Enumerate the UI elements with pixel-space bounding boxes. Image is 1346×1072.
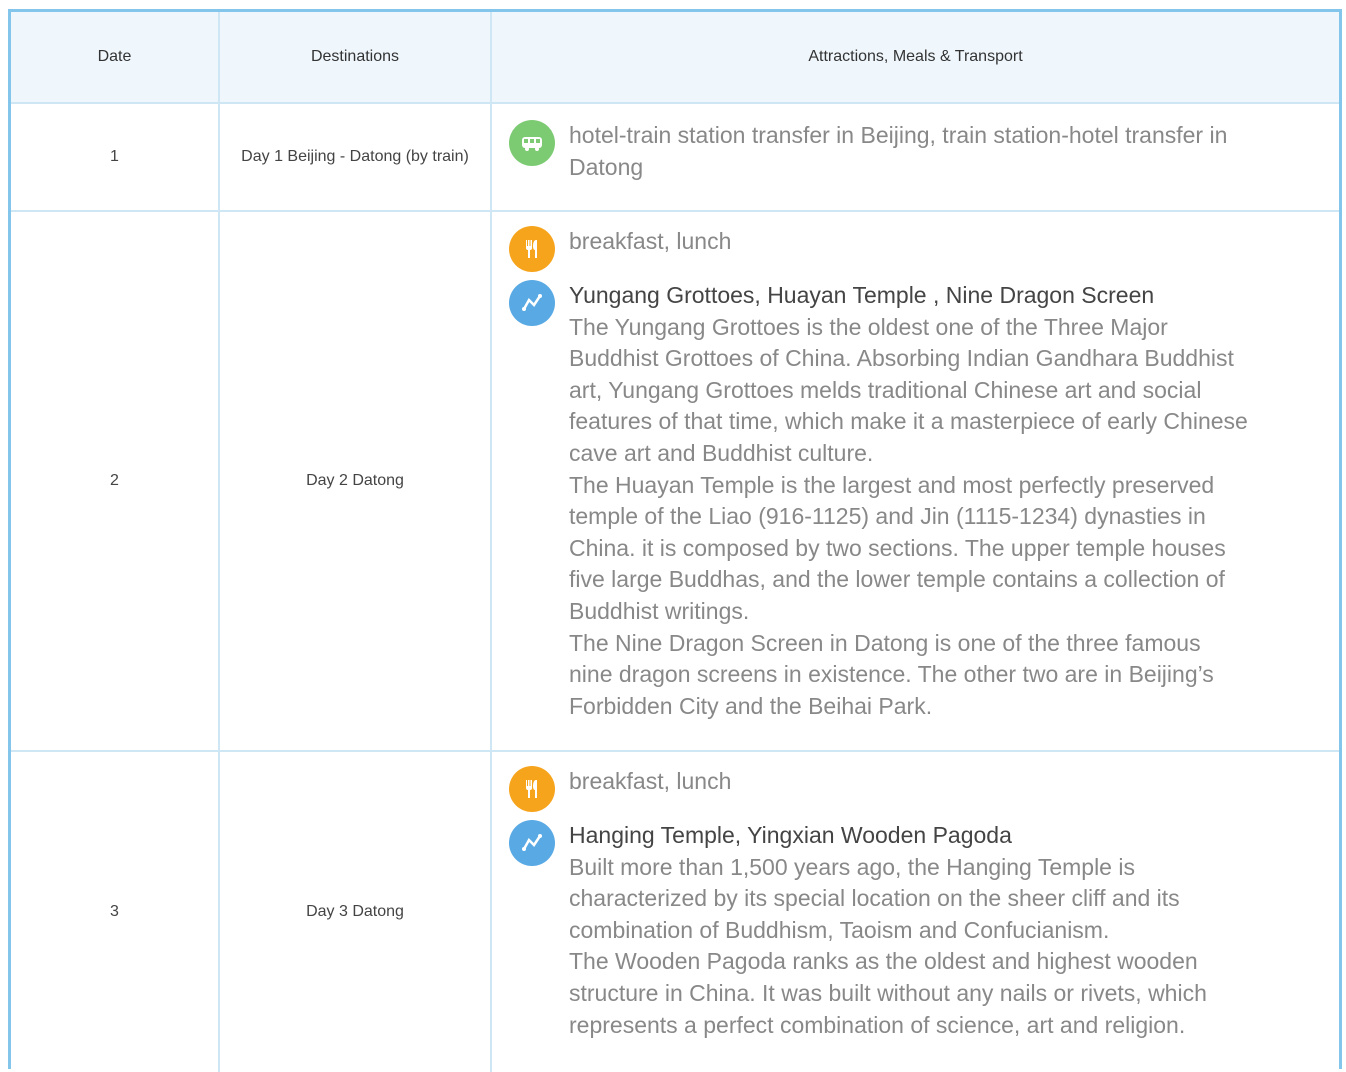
- details-cell: hotel-train station transfer in Beijing,…: [492, 104, 1339, 210]
- attraction-description: The Nine Dragon Screen in Datong is one …: [569, 629, 1214, 719]
- attraction-description: The Huayan Temple is the largest and mos…: [569, 471, 1226, 624]
- fork-knife-icon: [509, 766, 555, 812]
- header-date: Date: [11, 12, 220, 102]
- attractions-title: Yungang Grottoes, Huayan Temple , Nine D…: [569, 282, 1155, 308]
- date-cell: 1: [11, 104, 220, 210]
- destination-cell: Day 3 Datong: [220, 752, 492, 1072]
- attractions-text: Yungang Grottoes, Huayan Temple , Nine D…: [569, 280, 1249, 722]
- route-icon: [509, 280, 555, 326]
- meals-item: breakfast, lunch: [509, 226, 1249, 272]
- details-cell: breakfast, lunch Hanging Temple, Yingxia…: [492, 752, 1339, 1072]
- header-attractions: Attractions, Meals & Transport: [808, 48, 1023, 65]
- attraction-description: The Wooden Pagoda ranks as the oldest an…: [569, 948, 1207, 1038]
- date-cell: 3: [11, 752, 220, 1072]
- destination-cell: Day 1 Beijing - Datong (by train): [220, 104, 492, 210]
- route-icon: [509, 820, 555, 866]
- transport-item: hotel-train station transfer in Beijing,…: [509, 120, 1249, 183]
- table-row: 2 Day 2 Datong breakfast, lunch Yungang …: [11, 212, 1339, 752]
- header-destinations: Destinations: [220, 12, 492, 102]
- date-cell: 2: [11, 212, 220, 750]
- transport-text: hotel-train station transfer in Beijing,…: [569, 122, 1228, 180]
- itinerary-table: Date Destinations Attractions, Meals & T…: [8, 9, 1342, 1072]
- table-row: 1 Day 1 Beijing - Datong (by train) hote…: [11, 104, 1339, 212]
- details-cell: breakfast, lunch Yungang Grottoes, Huaya…: [492, 212, 1339, 750]
- attractions-item: Hanging Temple, Yingxian Wooden Pagoda B…: [509, 820, 1249, 1041]
- table-row: 3 Day 3 Datong breakfast, lunch Hanging …: [11, 752, 1339, 1072]
- attraction-description: The Yungang Grottoes is the oldest one o…: [569, 313, 1248, 466]
- table-header-row: Date Destinations Attractions, Meals & T…: [11, 12, 1339, 104]
- attractions-text: Hanging Temple, Yingxian Wooden Pagoda B…: [569, 820, 1249, 1041]
- attractions-title: Hanging Temple, Yingxian Wooden Pagoda: [569, 822, 1012, 848]
- meals-item: breakfast, lunch: [509, 766, 1249, 812]
- bus-icon: [509, 120, 555, 166]
- attractions-item: Yungang Grottoes, Huayan Temple , Nine D…: [509, 280, 1249, 722]
- attraction-description: Built more than 1,500 years ago, the Han…: [569, 853, 1180, 943]
- meals-text: breakfast, lunch: [569, 228, 732, 254]
- fork-knife-icon: [509, 226, 555, 272]
- meals-text: breakfast, lunch: [569, 768, 732, 794]
- destination-cell: Day 2 Datong: [220, 212, 492, 750]
